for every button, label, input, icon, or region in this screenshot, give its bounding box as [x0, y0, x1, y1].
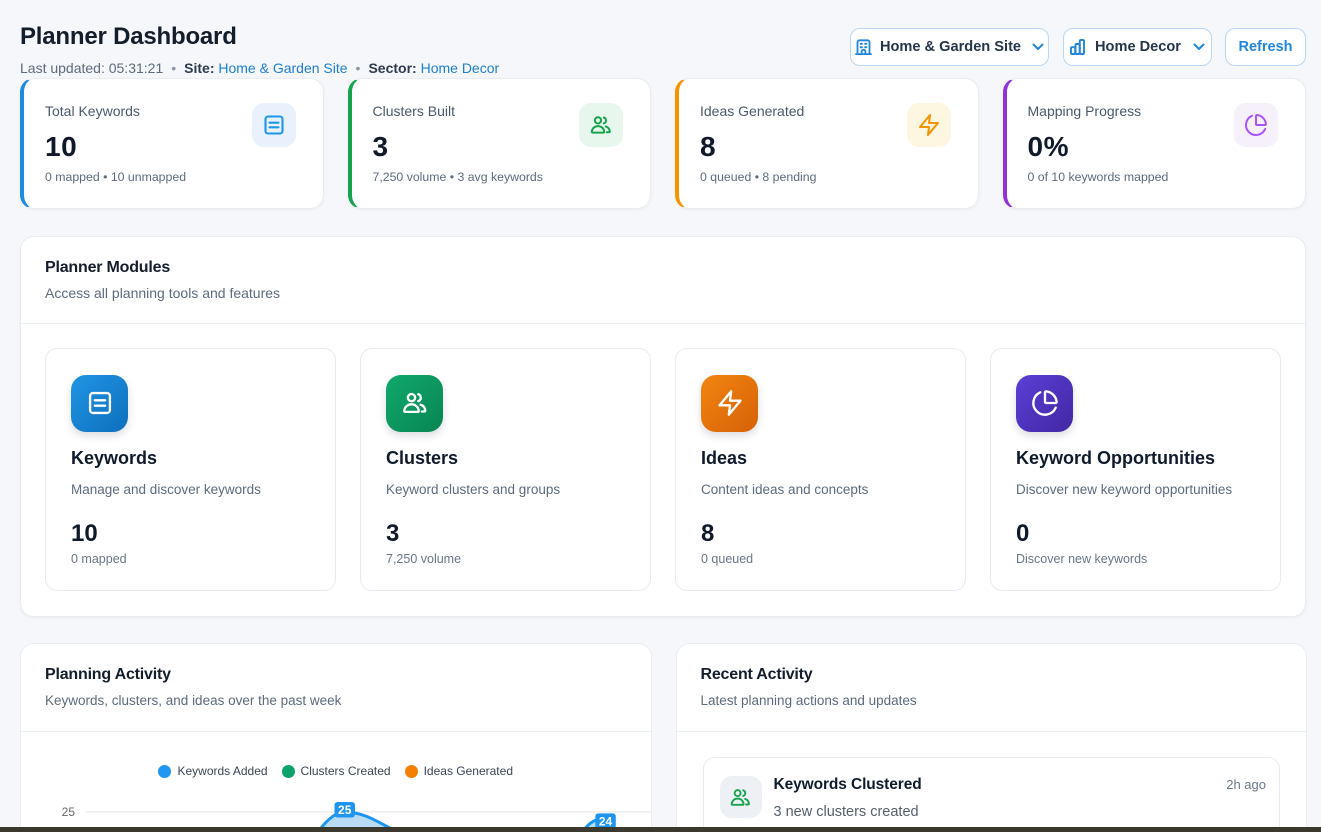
svg-text:25: 25	[338, 803, 352, 817]
svg-text:25: 25	[62, 805, 76, 819]
